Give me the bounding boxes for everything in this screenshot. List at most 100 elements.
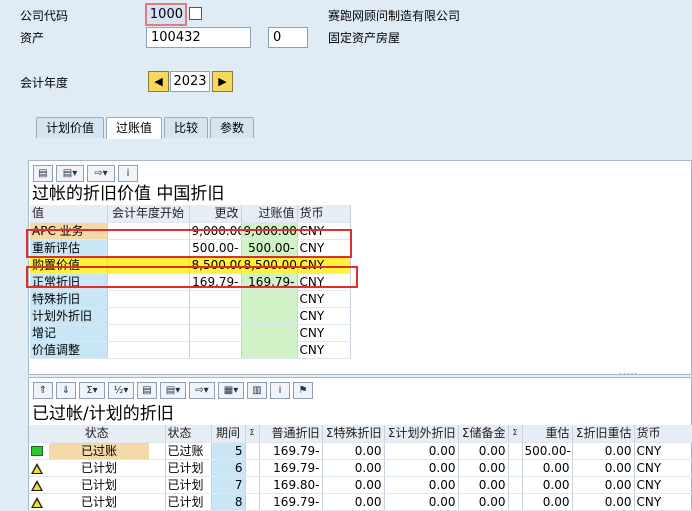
print-icon[interactable]: ▤ — [137, 382, 157, 399]
chart-icon[interactable]: ▥ — [247, 382, 267, 399]
depr-revaluation-cell: 0.00 — [572, 459, 635, 477]
sum-icon[interactable]: Σ▾ — [79, 382, 105, 399]
company-name: 赛跑网顾问制造有限公司 — [328, 9, 461, 23]
asset-label: 资产 — [20, 31, 45, 45]
annotation-box-acquisition — [26, 266, 358, 288]
table-row[interactable]: 已计划 已计划 7 169.80- 0.00 0.00 0.00 0.00 0.… — [29, 476, 692, 494]
info-icon[interactable]: i — [118, 165, 138, 182]
column-header[interactable]: Σ计划外折旧 — [384, 425, 459, 443]
table-row[interactable]: 已计划 已计划 6 169.79- 0.00 0.00 0.00 0.00 0.… — [29, 459, 692, 477]
special-depr-cell: 0.00 — [322, 459, 385, 477]
layout-icon[interactable]: ▦▾ — [218, 382, 244, 399]
reserve-cell: 0.00 — [458, 476, 509, 494]
period-cell: 8 — [211, 493, 246, 511]
asset-number-field[interactable]: 100432 — [146, 27, 251, 48]
column-header[interactable]: Σ储备金 — [458, 425, 509, 443]
column-header[interactable]: Σ折旧重估 — [572, 425, 635, 443]
period-cell: 6 — [211, 459, 246, 477]
sub-asset-field[interactable]: 0 — [268, 27, 308, 48]
arrow-right-icon[interactable]: ▶ — [212, 71, 233, 92]
special-depr-cell: 0.00 — [322, 493, 385, 511]
revaluation-cell: 500.00- — [522, 442, 573, 460]
posted-value-cell — [241, 307, 298, 325]
period-cell: 5 — [211, 442, 246, 460]
subtotal-icon[interactable]: ½▾ — [108, 382, 134, 399]
table-row[interactable]: 已计划 已计划 8 169.79- 0.00 0.00 0.00 0.00 0.… — [29, 493, 692, 511]
column-header[interactable]: 状态 — [29, 425, 166, 443]
column-header[interactable]: 货币 — [634, 425, 692, 443]
sort-descending-icon[interactable]: ⇓ — [56, 382, 76, 399]
tab-planned-values[interactable]: 计划价值 — [36, 117, 105, 138]
column-header[interactable]: 期间 — [211, 425, 246, 443]
sort-ascending-icon[interactable]: ⇑ — [33, 382, 53, 399]
fiscal-year-label: 会计年度 — [20, 76, 69, 90]
year-start-cell — [107, 324, 190, 342]
currency-cell: CNY — [297, 324, 351, 342]
normal-depr-cell: 169.79- — [259, 493, 323, 511]
revaluation-cell: 0.00 — [522, 493, 573, 511]
change-cell — [189, 307, 242, 325]
table-header-row: 状态 状态 期间 Σ 普通折旧 Σ特殊折旧 Σ计划外折旧 Σ储备金 Σ 重估 Σ… — [29, 425, 692, 443]
warning-triangle-icon — [31, 479, 43, 491]
tab-comparison[interactable]: 比较 — [164, 117, 209, 138]
special-depr-cell: 0.00 — [322, 476, 385, 494]
print-preview-icon[interactable]: ▤▾ — [56, 165, 84, 182]
unplanned-depr-cell: 0.00 — [384, 442, 459, 460]
arrow-left-icon[interactable]: ◀ — [148, 71, 169, 92]
asset-description: 固定资产房屋 — [328, 31, 401, 45]
tab-posted-values[interactable]: 过账值 — [106, 117, 163, 139]
posted-value-cell — [241, 341, 298, 359]
column-header[interactable]: 过账值 — [241, 205, 298, 223]
currency-cell: CNY — [297, 290, 351, 308]
change-cell — [189, 341, 242, 359]
special-depr-cell: 0.00 — [322, 442, 385, 460]
table-row[interactable]: 价值调整 CNY — [30, 341, 351, 359]
print-preview-icon[interactable]: ▤▾ — [160, 382, 186, 399]
year-start-cell — [107, 290, 190, 308]
reserve-cell: 0.00 — [458, 442, 509, 460]
column-header[interactable]: 值 — [30, 205, 108, 223]
column-header[interactable]: Σ — [508, 425, 523, 443]
depr-revaluation-cell: 0.00 — [572, 442, 635, 460]
flag-icon[interactable]: ⚑ — [293, 382, 313, 399]
fiscal-year-field[interactable]: 2023 — [170, 71, 210, 92]
company-code-field[interactable]: 1000 — [145, 3, 187, 26]
currency-cell: CNY — [634, 459, 692, 477]
annotation-box-apc — [26, 229, 352, 258]
resize-handle[interactable]: ..... — [619, 367, 638, 377]
status-cell: 已计划 — [165, 459, 212, 477]
column-header[interactable]: 更改 — [189, 205, 242, 223]
change-cell — [189, 290, 242, 308]
tab-parameters[interactable]: 参数 — [210, 117, 255, 138]
status-cell: 已计划 — [165, 476, 212, 494]
unplanned-depr-cell: 0.00 — [384, 459, 459, 477]
column-header[interactable]: 重估 — [522, 425, 573, 443]
column-header[interactable]: 会计年度开始 — [107, 205, 190, 223]
print-icon[interactable]: ▤ — [33, 165, 53, 182]
warning-triangle-icon — [31, 496, 43, 508]
table-row[interactable]: 计划外折旧 CNY — [30, 307, 351, 325]
export-icon[interactable]: ⇨▾ — [87, 165, 115, 182]
column-header[interactable]: 状态 — [165, 425, 212, 443]
reserve-cell: 0.00 — [458, 459, 509, 477]
column-header[interactable]: Σ特殊折旧 — [322, 425, 385, 443]
copy-icon[interactable] — [189, 7, 202, 20]
info-icon[interactable]: i — [270, 382, 290, 399]
currency-cell: CNY — [634, 476, 692, 494]
year-start-cell — [107, 341, 190, 359]
depr-revaluation-cell: 0.00 — [572, 476, 635, 494]
column-header[interactable]: 普通折旧 — [259, 425, 323, 443]
column-header[interactable]: 货币 — [297, 205, 351, 223]
green-square-icon — [31, 446, 43, 456]
table-row[interactable]: 特殊折旧 CNY — [30, 290, 351, 308]
period-cell: 7 — [211, 476, 246, 494]
table-row[interactable]: 已过账 已过账 5 169.79- 0.00 0.00 0.00 500.00-… — [29, 442, 692, 460]
value-name-cell: 特殊折旧 — [30, 290, 108, 308]
change-cell — [189, 324, 242, 342]
export-icon[interactable]: ⇨▾ — [189, 382, 215, 399]
column-header[interactable]: Σ — [245, 425, 260, 443]
depreciation-panel: ⇑ ⇓ Σ▾ ½▾ ▤ ▤▾ ⇨▾ ▦▾ ▥ i ⚑ 已过帐/计划的折旧 状态 … — [28, 377, 692, 511]
status-text: 已过账 — [49, 442, 149, 458]
year-start-cell — [107, 307, 190, 325]
table-row[interactable]: 增记 CNY — [30, 324, 351, 342]
